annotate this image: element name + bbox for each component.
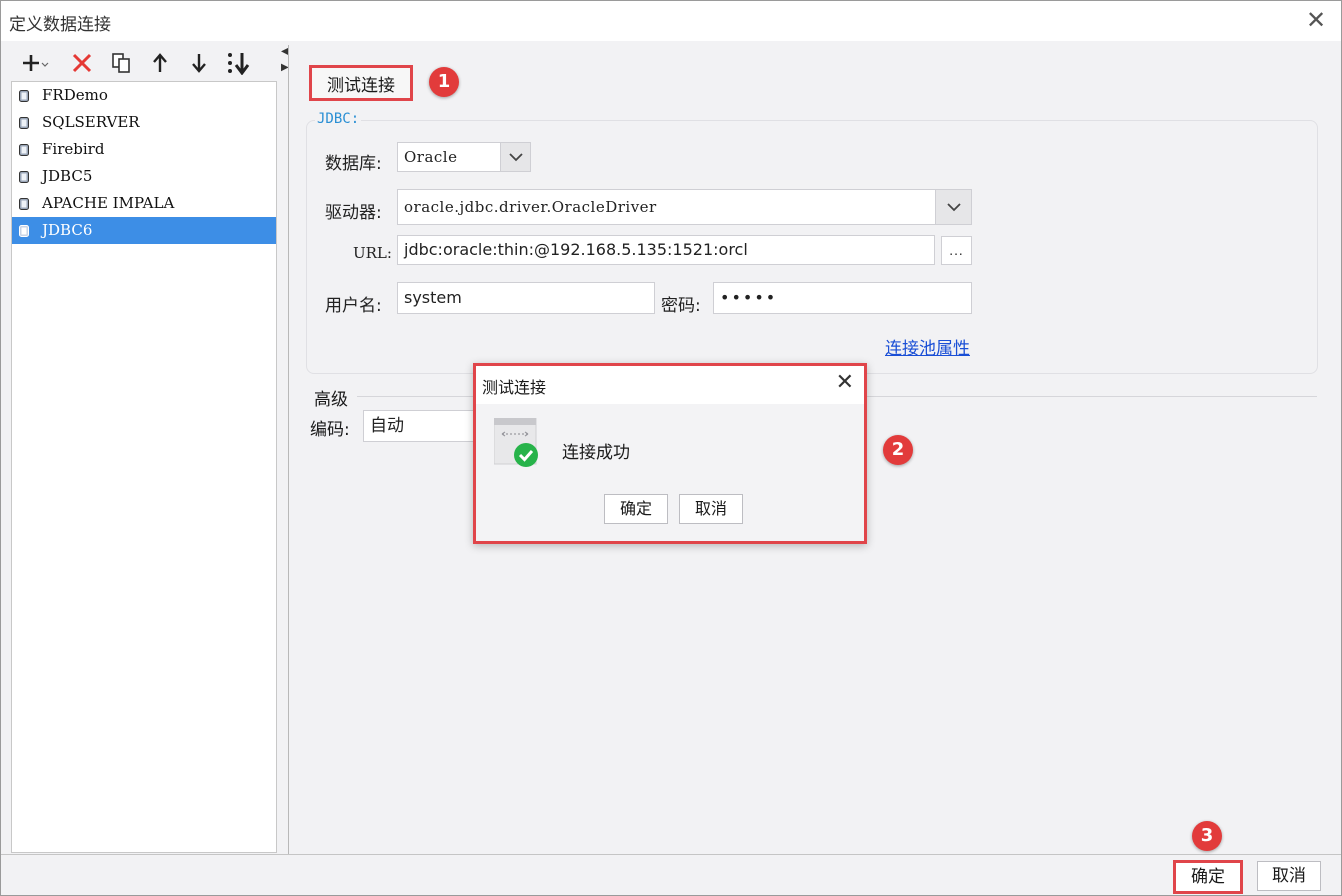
window-title: 定义数据连接 — [9, 15, 111, 35]
connection-label: JDBC5 — [42, 167, 93, 185]
password-label: 密码: — [661, 296, 701, 316]
test-connection-dialog: 测试连接 ✕ 连接成功 确定 取消 — [473, 363, 867, 544]
username-input[interactable]: system — [397, 282, 655, 314]
step-badge-3: 3 — [1192, 821, 1222, 851]
move-up-button[interactable] — [145, 49, 175, 77]
username-value: system — [404, 288, 462, 307]
dialog-title-bar: 测试连接 ✕ — [476, 366, 864, 404]
delete-x-icon — [72, 53, 92, 73]
jdbc-group-title: JDBC: — [315, 111, 362, 127]
step-badge-1: 1 — [429, 67, 459, 97]
test-connection-button[interactable]: 测试连接 — [309, 65, 413, 101]
pane-divider — [288, 45, 289, 855]
encoding-label: 编码: — [310, 420, 350, 440]
url-value: jdbc:oracle:thin:@192.168.5.135:1521:orc… — [404, 240, 748, 259]
title-bar: 定义数据连接 ✕ — [1, 1, 1341, 41]
connection-list-pane: FRDemo SQLSERVER Firebird JDBC5 APACHE I… — [9, 45, 279, 855]
pane-splitter[interactable]: ◀ ▶ — [280, 45, 289, 855]
advanced-section-label: 高级 — [314, 390, 348, 410]
arrow-down-icon — [192, 54, 206, 73]
connection-label: SQLSERVER — [42, 113, 140, 131]
database-icon — [19, 144, 29, 156]
connection-label: JDBC6 — [42, 221, 93, 239]
connection-tree: FRDemo SQLSERVER Firebird JDBC5 APACHE I… — [11, 81, 277, 853]
connection-item[interactable]: FRDemo — [12, 82, 276, 109]
database-select[interactable]: Oracle — [397, 142, 531, 172]
connection-item[interactable]: JDBC5 — [12, 163, 276, 190]
database-value: Oracle — [404, 148, 458, 166]
connection-item[interactable]: APACHE IMPALA — [12, 190, 276, 217]
copy-icon — [112, 53, 130, 73]
plus-icon — [23, 55, 49, 71]
connection-pool-link[interactable]: 连接池属性 — [885, 334, 970, 359]
dialog-title: 测试连接 — [482, 378, 547, 397]
connection-toolbar — [9, 45, 279, 81]
footer-divider — [1, 854, 1341, 855]
url-browse-button[interactable]: ... — [941, 236, 972, 265]
username-label: 用户名: — [325, 296, 382, 316]
url-label: URL: — [353, 244, 392, 262]
connection-item-selected[interactable]: JDBC6 — [12, 217, 276, 244]
step-badge-2: 2 — [883, 435, 913, 465]
sort-icon — [228, 53, 250, 75]
connection-label: Firebird — [42, 140, 105, 158]
url-input[interactable]: jdbc:oracle:thin:@192.168.5.135:1521:orc… — [397, 235, 935, 265]
password-value: ••••• — [720, 288, 778, 307]
dialog-ok-button[interactable]: 确定 — [604, 494, 668, 524]
chevron-down-icon — [508, 153, 523, 162]
database-icon — [19, 198, 29, 210]
connection-label: APACHE IMPALA — [42, 194, 175, 212]
database-icon — [19, 117, 29, 129]
database-dropdown-button[interactable] — [500, 143, 530, 171]
add-connection-button[interactable] — [17, 49, 53, 77]
driver-dropdown-button[interactable] — [935, 190, 971, 224]
password-input[interactable]: ••••• — [713, 282, 972, 314]
close-icon[interactable]: ✕ — [1303, 7, 1329, 33]
connection-label: FRDemo — [42, 86, 108, 104]
dialog-cancel-button[interactable]: 取消 — [679, 494, 743, 524]
copy-connection-button[interactable] — [106, 49, 136, 77]
arrow-up-icon — [153, 53, 167, 72]
chevron-down-icon — [946, 203, 961, 212]
move-down-button[interactable] — [184, 49, 214, 77]
connection-success-icon — [494, 418, 538, 467]
ok-button[interactable]: 确定 — [1173, 860, 1243, 894]
database-icon — [19, 90, 29, 102]
dialog-message: 连接成功 — [562, 443, 630, 463]
driver-label: 驱动器: — [325, 203, 382, 223]
database-label: 数据库: — [325, 154, 382, 174]
driver-select[interactable]: oracle.jdbc.driver.OracleDriver — [397, 189, 972, 225]
define-data-connection-window: 定义数据连接 ✕ FRDemo SQLSERVER Firebird JDBC5… — [0, 0, 1342, 896]
dialog-close-icon[interactable]: ✕ — [836, 370, 854, 395]
cancel-button[interactable]: 取消 — [1257, 861, 1321, 891]
database-icon — [19, 171, 29, 183]
connection-item[interactable]: Firebird — [12, 136, 276, 163]
database-icon — [19, 225, 29, 237]
encoding-value: 自动 — [370, 416, 404, 436]
driver-value: oracle.jdbc.driver.OracleDriver — [404, 198, 657, 216]
delete-connection-button[interactable] — [67, 49, 97, 77]
sort-button[interactable] — [223, 49, 253, 77]
connection-item[interactable]: SQLSERVER — [12, 109, 276, 136]
test-connection-label: 测试连接 — [327, 75, 395, 96]
